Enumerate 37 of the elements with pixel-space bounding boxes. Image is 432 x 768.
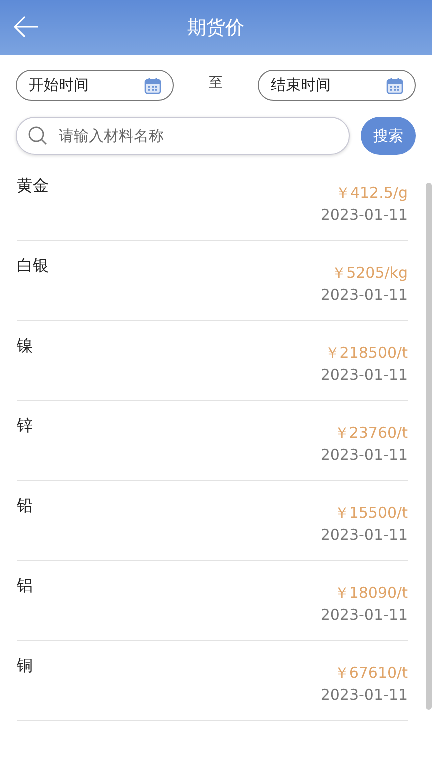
search-field[interactable]: 请输入材料名称 [16,117,350,155]
back-icon[interactable] [13,15,39,39]
price-text: ￥67610/t [334,663,408,683]
price-row[interactable]: 黄金 ￥412.5/g 2023-01-11 [17,161,408,241]
price-row[interactable]: 铜 ￥67610/t 2023-01-11 [17,641,408,721]
calendar-icon[interactable] [386,76,404,94]
material-name: 铅 [17,496,33,516]
start-date-field[interactable]: 开始时间 [16,70,174,101]
calendar-icon[interactable] [144,76,162,94]
price-text: ￥5205/kg [332,263,408,283]
material-name: 白银 [17,256,49,276]
search-icon [28,126,48,146]
price-row[interactable]: 铅 ￥15500/t 2023-01-11 [17,481,408,561]
range-separator: 至 [208,74,224,92]
end-date-field[interactable]: 结束时间 [258,70,416,101]
price-row[interactable]: 锌 ￥23760/t 2023-01-11 [17,401,408,481]
price-text: ￥412.5/g [335,183,408,203]
price-row[interactable]: 白银 ￥5205/kg 2023-01-11 [17,241,408,321]
date-text: 2023-01-11 [320,605,408,626]
price-row[interactable]: 铝 ￥18090/t 2023-01-11 [17,561,408,641]
date-text: 2023-01-11 [320,205,408,226]
date-text: 2023-01-11 [320,365,408,386]
date-text: 2023-01-11 [320,285,408,306]
material-name: 铝 [17,576,33,596]
date-text: 2023-01-11 [320,685,408,706]
price-row[interactable]: 镍 ￥218500/t 2023-01-11 [17,321,408,401]
price-text: ￥18090/t [334,583,408,603]
material-name: 黄金 [17,176,49,196]
date-text: 2023-01-11 [320,525,408,546]
material-name: 锌 [17,416,33,436]
price-text: ￥218500/t [324,343,408,363]
date-text: 2023-01-11 [320,445,408,466]
page-title: 期货价 [188,16,244,40]
price-text: ￥15500/t [334,503,408,523]
price-text: ￥23760/t [334,423,408,443]
material-name: 铜 [17,656,33,676]
material-name: 镍 [17,336,33,356]
